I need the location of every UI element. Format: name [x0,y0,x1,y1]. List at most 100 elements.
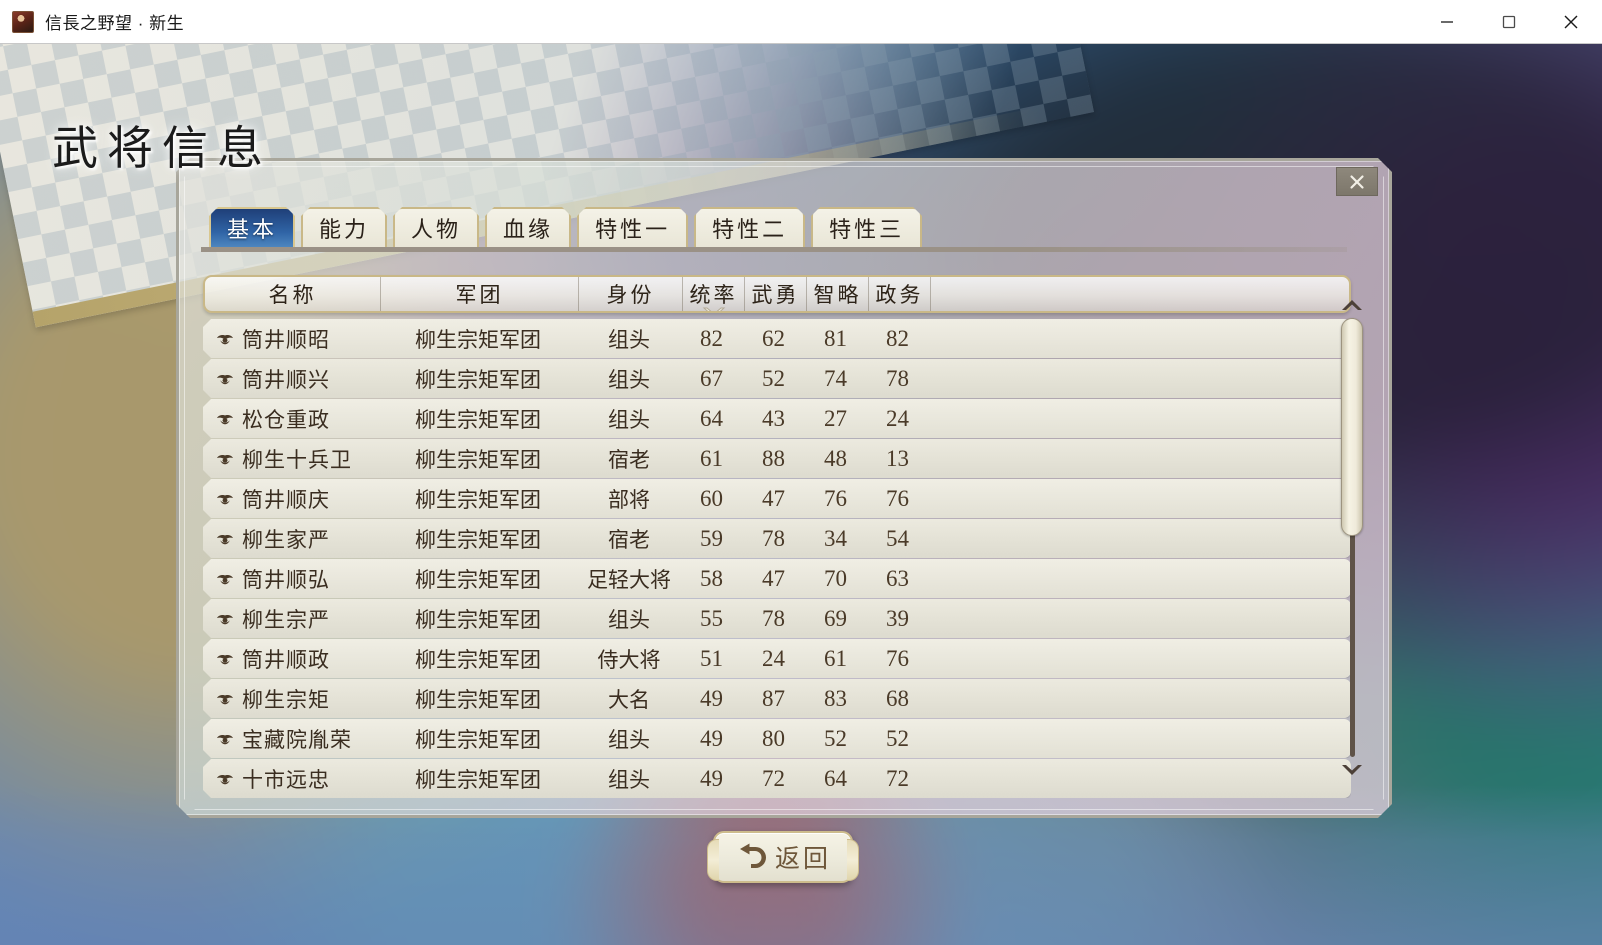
table-row[interactable]: 柳生宗严 柳生宗矩军团 组头 55 78 69 39 [203,599,1351,638]
chevron-up-icon[interactable] [1337,295,1367,315]
scrollbar-thumb[interactable] [1341,318,1363,536]
cell-text: 52 [762,365,785,391]
tab-1[interactable]: 能力 [301,207,387,247]
cell-text: 组头 [608,367,650,392]
cell-text: 组头 [608,607,650,632]
cell-lead: 49 [681,719,743,758]
cell-corps: 柳生宗矩军团 [379,639,577,678]
back-button[interactable]: 返回 [707,831,859,883]
cell-intel: 69 [805,599,867,638]
cell-text: 侍大将 [597,647,661,672]
column-header-admin[interactable]: 政务 [869,277,931,311]
cell-intel: 70 [805,559,867,598]
cell-admin: 52 [867,719,929,758]
table-row[interactable]: 筒井顺昭 柳生宗矩军团 组头 82 62 81 82 [203,319,1351,358]
cell-text: 组头 [608,767,650,792]
cell-text: 49 [700,725,723,751]
table-row[interactable]: 筒井顺兴 柳生宗矩军团 组头 67 52 74 78 [203,359,1351,398]
cell-text: 76 [824,485,847,511]
column-header-valor[interactable]: 武勇 [745,277,807,311]
cell-text: 柳生宗矩军团 [415,327,541,352]
cell-rank: 侍大将 [577,639,681,678]
cell-valor: 62 [743,319,805,358]
cell-text: 68 [886,685,909,711]
column-header-label: 武勇 [751,283,800,307]
cell-text: 柳生宗矩军团 [415,447,541,472]
cell-text: 78 [762,525,785,551]
cell-filler [929,719,1351,758]
cell-rank: 组头 [577,599,681,638]
tab-label: 特性三 [829,217,905,242]
minimize-button[interactable] [1416,0,1478,44]
game-viewport: 武将信息 基本 能力 人物 血缘 特性一 特性二 特性三 名称 军团 身份 统率 武勇 智略 政务 筒井… [0,44,1602,945]
table-row[interactable]: 十市远忠 柳生宗矩军团 组头 49 72 64 72 [203,759,1351,798]
cell-corps: 柳生宗矩军团 [379,519,577,558]
cell-valor: 88 [743,439,805,478]
close-icon [1348,173,1366,191]
window-titlebar: 信長之野望 · 新生 [0,0,1602,44]
scrollbar-track[interactable] [1350,318,1355,757]
cell-text: 58 [700,565,723,591]
tab-2[interactable]: 人物 [393,207,479,247]
column-header-rank[interactable]: 身份 [579,277,683,311]
table-row[interactable]: 松仓重政 柳生宗矩军团 组头 64 43 27 24 [203,399,1351,438]
tab-3[interactable]: 血缘 [485,207,571,247]
back-arrow-icon [739,843,766,868]
page-title: 武将信息 [52,123,272,174]
panel-close-button[interactable] [1336,167,1378,196]
cell-filler [929,599,1351,638]
column-header-intel[interactable]: 智略 [807,277,869,311]
cell-intel: 76 [805,479,867,518]
cell-admin: 54 [867,519,929,558]
kabuto-icon [215,732,235,746]
cell-corps: 柳生宗矩军团 [379,719,577,758]
cell-lead: 55 [681,599,743,638]
cell-filler [929,639,1351,678]
tab-4[interactable]: 特性一 [577,207,688,247]
maximize-button[interactable] [1478,0,1540,44]
column-header-corps[interactable]: 军团 [381,277,579,311]
column-header-lead[interactable]: 统率 [683,277,745,311]
table-row[interactable]: 宝藏院胤荣 柳生宗矩军团 组头 49 80 52 52 [203,719,1351,758]
cell-corps: 柳生宗矩军团 [379,679,577,718]
cell-rank: 宿老 [577,439,681,478]
table-row[interactable]: 柳生家严 柳生宗矩军团 宿老 59 78 34 54 [203,519,1351,558]
table-row[interactable]: 筒井顺弘 柳生宗矩军团 足轻大将 58 47 70 63 [203,559,1351,598]
table-row[interactable]: 筒井顺政 柳生宗矩军团 侍大将 51 24 61 76 [203,639,1351,678]
window-close-button[interactable] [1540,0,1602,44]
tab-bar: 基本 能力 人物 血缘 特性一 特性二 特性三 [209,207,922,247]
cell-text: 52 [824,725,847,751]
cell-text: 13 [886,445,909,471]
cell-name: 柳生十兵卫 [203,439,379,478]
cell-text: 74 [824,365,847,391]
column-header-name[interactable]: 名称 [205,277,381,311]
column-header-label: 身份 [606,283,655,307]
table-row[interactable]: 柳生十兵卫 柳生宗矩军团 宿老 61 88 48 13 [203,439,1351,478]
cell-corps: 柳生宗矩军团 [379,439,577,478]
cell-text: 64 [824,765,847,791]
officer-table-body[interactable]: 筒井顺昭 柳生宗矩军团 组头 82 62 81 82 筒井顺兴 柳生宗矩军团 组头 67 52 74 78… [203,319,1351,787]
cell-text: 67 [700,365,723,391]
cell-valor: 78 [743,519,805,558]
cell-corps: 柳生宗矩军团 [379,559,577,598]
cell-rank: 组头 [577,319,681,358]
cell-text: 十市远忠 [242,767,330,792]
cell-text: 76 [886,645,909,671]
table-row[interactable]: 柳生宗矩 柳生宗矩军团 大名 49 87 83 68 [203,679,1351,718]
cell-rank: 组头 [577,359,681,398]
tab-6[interactable]: 特性三 [811,207,922,247]
cell-intel: 74 [805,359,867,398]
cell-admin: 13 [867,439,929,478]
cell-text: 柳生宗矩军团 [415,607,541,632]
cell-corps: 柳生宗矩军团 [379,399,577,438]
cell-text: 82 [886,325,909,351]
minimize-icon [1441,20,1453,23]
tab-5[interactable]: 特性二 [694,207,805,247]
cell-text: 60 [700,485,723,511]
vertical-scrollbar[interactable] [1335,295,1369,780]
table-row[interactable]: 筒井顺庆 柳生宗矩军团 部将 60 47 76 76 [203,479,1351,518]
tab-0[interactable]: 基本 [209,207,295,247]
cell-lead: 67 [681,359,743,398]
cell-rank: 足轻大将 [577,559,681,598]
chevron-down-icon[interactable] [1337,760,1367,780]
